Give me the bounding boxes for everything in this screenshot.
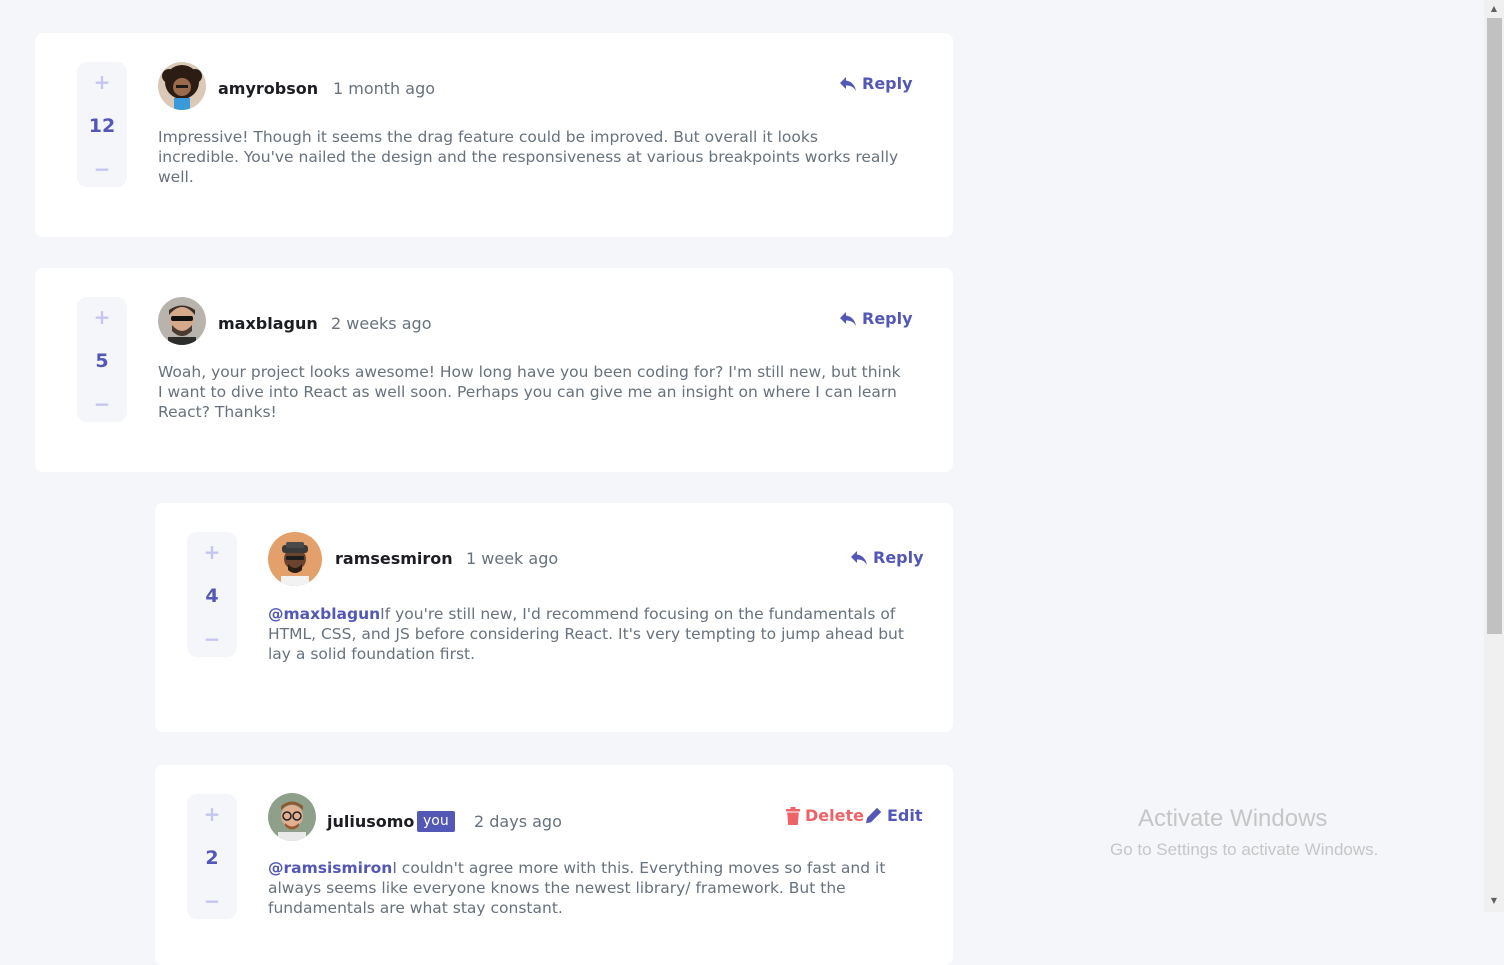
delete-label: Delete	[805, 806, 864, 825]
reply-button[interactable]: Reply	[850, 548, 924, 567]
reply-button[interactable]: Reply	[839, 309, 913, 328]
vote-widget: + 4 −	[187, 532, 237, 657]
scroll-thumb[interactable]	[1487, 18, 1502, 634]
avatar	[268, 532, 322, 586]
upvote-button[interactable]: +	[94, 70, 111, 94]
downvote-button[interactable]: −	[204, 627, 221, 651]
upvote-button[interactable]: +	[204, 540, 221, 564]
mention-link[interactable]: @maxblagun	[268, 605, 380, 623]
vote-widget: + 12 −	[77, 62, 127, 187]
username[interactable]: amyrobson	[218, 79, 318, 98]
reply-icon	[851, 550, 867, 565]
timestamp: 1 week ago	[466, 549, 559, 568]
score-value: 5	[95, 349, 109, 372]
activate-windows-title: Activate Windows	[1138, 805, 1328, 832]
reply-label: Reply	[862, 74, 913, 93]
reply-label: Reply	[873, 548, 924, 567]
reply-text: @ramsismironI couldn't agree more with t…	[268, 858, 923, 918]
delete-button[interactable]: Delete	[786, 806, 864, 825]
score-value: 2	[205, 846, 219, 869]
vote-widget: + 5 −	[77, 297, 127, 422]
edit-label: Edit	[887, 806, 923, 825]
comment-card: + 12 − amyrobson 1 month ago Reply Impre…	[35, 33, 953, 237]
timestamp: 2 weeks ago	[331, 314, 432, 333]
edit-button[interactable]: Edit	[865, 806, 923, 825]
upvote-button[interactable]: +	[204, 802, 221, 826]
activate-windows-subtitle: Go to Settings to activate Windows.	[1110, 840, 1379, 859]
downvote-button[interactable]: −	[94, 157, 111, 181]
trash-icon	[786, 806, 800, 825]
score-value: 12	[88, 114, 116, 137]
reply-label: Reply	[862, 309, 913, 328]
you-badge: you	[417, 811, 455, 832]
avatar	[158, 62, 206, 110]
pencil-icon	[866, 807, 882, 824]
reply-text: @maxblagunIf you're still new, I'd recom…	[268, 604, 923, 664]
timestamp: 1 month ago	[333, 79, 436, 98]
avatar	[268, 793, 316, 841]
mention-link[interactable]: @ramsismiron	[268, 859, 392, 877]
downvote-button[interactable]: −	[204, 889, 221, 913]
username[interactable]: ramsesmiron	[335, 549, 453, 568]
reply-icon	[840, 311, 856, 326]
downvote-button[interactable]: −	[94, 392, 111, 416]
comment-card: + 5 − maxblagun 2 weeks ago Reply Woah, …	[35, 268, 953, 472]
username[interactable]: juliusomo	[327, 812, 414, 831]
scroll-up-arrow-icon[interactable]: ▲	[1484, 0, 1504, 16]
vertical-scrollbar[interactable]: ▲ ▼	[1484, 0, 1504, 912]
comment-text: Woah, your project looks awesome! How lo…	[158, 363, 901, 421]
scroll-down-arrow-icon[interactable]: ▼	[1484, 892, 1504, 908]
score-value: 4	[205, 584, 219, 607]
reply-card: + 4 − ramsesmiron 1 week ago Reply @maxb…	[155, 503, 953, 732]
comment-text: Impressive! Though it seems the drag fea…	[158, 128, 899, 186]
username[interactable]: maxblagun	[218, 314, 318, 333]
vote-widget: + 2 −	[187, 794, 237, 919]
timestamp: 2 days ago	[474, 812, 562, 831]
reply-card: + 2 − juliusomo you 2 days ago Delete Ed…	[155, 765, 953, 965]
upvote-button[interactable]: +	[94, 305, 111, 329]
reply-button[interactable]: Reply	[839, 74, 913, 93]
reply-icon	[840, 76, 856, 91]
avatar	[158, 297, 206, 345]
